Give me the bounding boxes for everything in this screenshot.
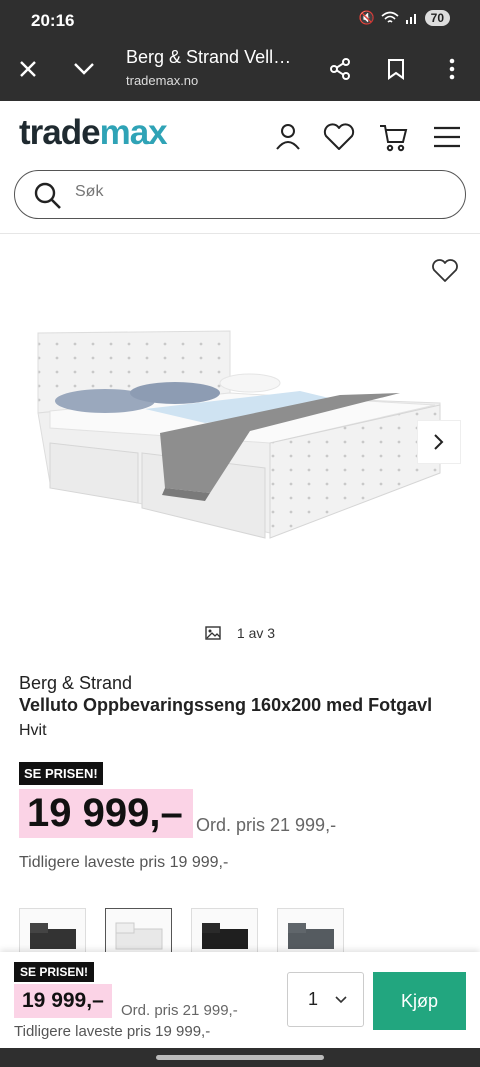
image-counter-text: 1 av 3	[236, 625, 276, 641]
image-counter: 1 av 3	[0, 625, 480, 641]
mute-icon: 🔇	[358, 10, 375, 25]
chevron-down-icon[interactable]	[68, 53, 100, 85]
product-price: 19 999,–	[19, 789, 193, 838]
wifi-icon	[381, 11, 399, 23]
ordinary-price: Ord. pris 21 999,-	[196, 815, 337, 835]
trademax-logo[interactable]: trademax	[19, 113, 168, 153]
hamburger-menu-icon[interactable]	[429, 119, 465, 155]
share-icon[interactable]	[324, 53, 356, 85]
variant-thumbnail[interactable]	[19, 908, 86, 958]
image-icon	[205, 626, 221, 640]
quantity-value: 1	[308, 989, 319, 1009]
search-bar[interactable]	[14, 170, 466, 219]
home-gesture-handle[interactable]	[156, 1055, 324, 1060]
logo-text-2: max	[99, 113, 168, 152]
system-navigation-bar	[0, 1048, 480, 1067]
variant-thumbnail-selected[interactable]	[105, 908, 172, 958]
search-input[interactable]	[75, 183, 435, 201]
product-image-bed	[37, 330, 441, 539]
signal-icon	[405, 14, 416, 24]
buybar-price: 19 999,–	[14, 984, 112, 1018]
previous-lowest-price: Tidligere laveste pris 19 999,-	[19, 854, 229, 871]
campaign-badge: SE PRISEN!	[19, 762, 103, 785]
sticky-buy-bar: SE PRISEN! 19 999,– Ord. pris 21 999,- T…	[0, 952, 480, 1048]
battery-indicator: 70	[424, 10, 450, 26]
status-bar: 20:16 🔇 70	[0, 0, 480, 40]
close-icon[interactable]	[12, 53, 44, 85]
browser-toolbar: Berg & Strand Vell… trademax.no	[0, 40, 480, 101]
variant-thumbnail[interactable]	[277, 908, 344, 958]
tab-url: trademax.no	[126, 73, 199, 88]
wishlist-icon[interactable]	[321, 119, 357, 155]
gallery-next-button[interactable]	[417, 420, 461, 464]
search-icon	[34, 182, 61, 209]
product-color: Hvit	[19, 722, 47, 739]
buybar-campaign-badge: SE PRISEN!	[14, 962, 95, 982]
cart-icon[interactable]	[375, 119, 411, 155]
buybar-ordinary-price: Ord. pris 21 999,-	[121, 1002, 238, 1019]
bookmark-icon[interactable]	[380, 53, 412, 85]
more-menu-icon[interactable]	[436, 53, 468, 85]
variant-thumbnail[interactable]	[191, 908, 258, 958]
product-brand[interactable]: Berg & Strand	[19, 673, 132, 694]
system-icons: 🔇 70	[358, 10, 450, 26]
quantity-select[interactable]: 1	[287, 972, 364, 1027]
product-gallery[interactable]: 1 av 3	[0, 235, 480, 655]
site-header: trademax	[0, 101, 480, 234]
account-icon[interactable]	[270, 119, 306, 155]
tab-title: Berg & Strand Vell…	[126, 47, 292, 67]
chevron-right-icon	[434, 434, 444, 450]
product-title: Velluto Oppbevaringsseng 160x200 med Fot…	[19, 695, 433, 715]
status-time: 20:16	[31, 11, 75, 30]
logo-text-1: trade	[19, 113, 101, 152]
add-to-wishlist-heart-icon[interactable]	[432, 259, 458, 288]
variant-thumbnails	[19, 908, 344, 958]
buy-button[interactable]: Kjøp	[373, 972, 466, 1030]
chevron-down-icon	[335, 995, 347, 1003]
buybar-previous-lowest-price: Tidligere laveste pris 19 999,-	[14, 1023, 211, 1040]
